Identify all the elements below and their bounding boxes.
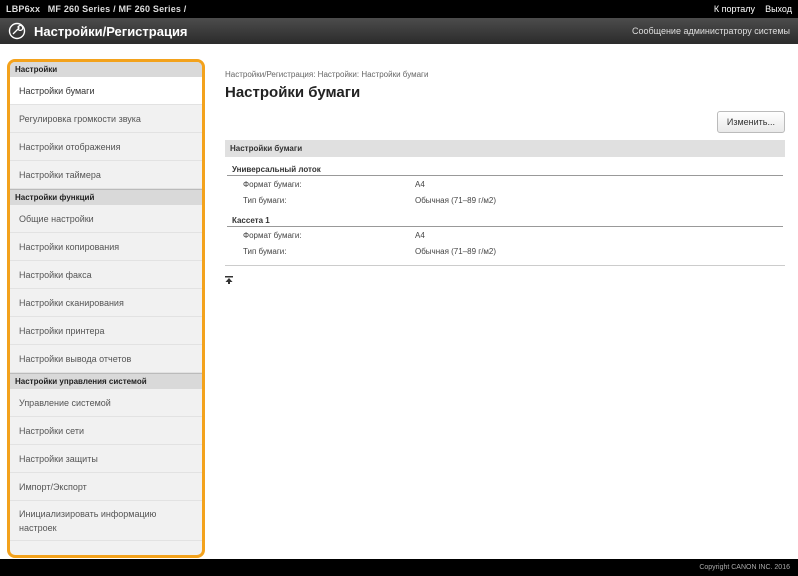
footer: Copyright CANON INC. 2016 <box>0 559 798 576</box>
group-title-cassette-1: Кассета 1 <box>227 212 783 227</box>
sidebar-item-report-output[interactable]: Настройки вывода отчетов <box>10 345 202 373</box>
message-admin-link[interactable]: Сообщение администратору системы <box>632 26 790 36</box>
sidebar-item-import-export[interactable]: Импорт/Экспорт <box>10 473 202 501</box>
app-title: Настройки/Регистрация <box>34 23 188 39</box>
settings-row: Тип бумаги: Обычная (71–89 г/м2) <box>225 243 785 259</box>
row-label: Тип бумаги: <box>243 246 287 256</box>
portal-link[interactable]: К порталу <box>714 4 755 14</box>
row-value: Обычная (71–89 г/м2) <box>415 246 497 256</box>
row-value: Обычная (71–89 г/м2) <box>415 195 497 205</box>
row-label: Формат бумаги: <box>243 230 302 240</box>
row-label: Тип бумаги: <box>243 195 287 205</box>
sidebar-item-network[interactable]: Настройки сети <box>10 417 202 445</box>
section-divider <box>225 265 785 266</box>
sidebar-item-initialize-settings[interactable]: Инициализировать информацию настроек <box>10 501 202 541</box>
sidebar-section-title: Настройки управления системой <box>10 373 202 389</box>
sidebar-item-printer[interactable]: Настройки принтера <box>10 317 202 345</box>
app-header: Настройки/Регистрация Сообщение админист… <box>0 18 798 44</box>
settings-row: Формат бумаги: A4 <box>225 227 785 243</box>
sidebar-nav: Настройки Настройки бумаги Регулировка г… <box>7 59 205 558</box>
section-header: Настройки бумаги <box>225 140 785 157</box>
logout-link[interactable]: Выход <box>765 4 792 14</box>
device-model: LBP6xx <box>6 4 41 14</box>
device-series: MF 260 Series / MF 260 Series / <box>47 4 187 14</box>
group-title-multipurpose-tray: Универсальный лоток <box>227 161 783 176</box>
sidebar-item-system-management[interactable]: Управление системой <box>10 389 202 417</box>
sidebar-item-common[interactable]: Общие настройки <box>10 205 202 233</box>
sidebar-item-timer[interactable]: Настройки таймера <box>10 161 202 189</box>
copyright-text: Copyright CANON INC. 2016 <box>699 564 790 571</box>
sidebar-section-title: Настройки <box>10 62 202 77</box>
top-bar: LBP6xx MF 260 Series / MF 260 Series / К… <box>0 0 798 18</box>
breadcrumb: Настройки/Регистрация: Настройки: Настро… <box>225 70 429 79</box>
main-content: Настройки/Регистрация: Настройки: Настро… <box>225 70 785 289</box>
row-value: A4 <box>415 230 425 240</box>
sidebar-item-fax[interactable]: Настройки факса <box>10 261 202 289</box>
sidebar-item-security[interactable]: Настройки защиты <box>10 445 202 473</box>
page-title: Настройки бумаги <box>225 84 361 101</box>
settings-wrench-icon <box>8 22 26 40</box>
sidebar-item-copy[interactable]: Настройки копирования <box>10 233 202 261</box>
sidebar-item-volume[interactable]: Регулировка громкости звука <box>10 105 202 133</box>
sidebar-item-paper-settings[interactable]: Настройки бумаги <box>10 77 202 105</box>
row-label: Формат бумаги: <box>243 179 302 189</box>
sidebar-item-display[interactable]: Настройки отображения <box>10 133 202 161</box>
settings-row: Формат бумаги: A4 <box>225 176 785 192</box>
row-value: A4 <box>415 179 425 189</box>
sidebar-section-title: Настройки функций <box>10 189 202 205</box>
sidebar-item-scan[interactable]: Настройки сканирования <box>10 289 202 317</box>
back-to-top-icon[interactable] <box>225 276 233 284</box>
edit-button[interactable]: Изменить... <box>716 111 785 133</box>
settings-row: Тип бумаги: Обычная (71–89 г/м2) <box>225 192 785 208</box>
